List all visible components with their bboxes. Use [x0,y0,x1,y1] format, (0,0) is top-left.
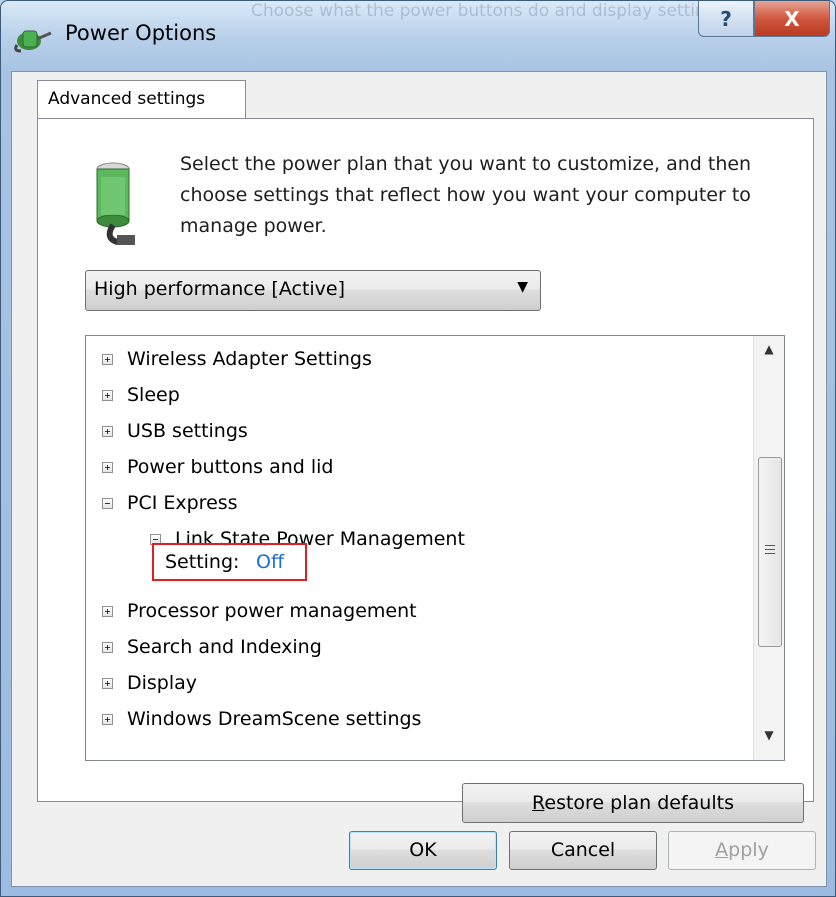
tree-item-dreamscene[interactable]: Windows DreamScene settings [102,708,421,730]
power-plan-icon [14,30,52,53]
tree-item-label: Sleep [127,384,180,406]
expand-icon[interactable] [102,713,113,725]
expand-icon[interactable] [102,389,113,401]
scroll-down-arrow-icon[interactable]: ▼ [754,728,784,756]
highlighted-setting-row: Setting: Off [152,543,307,581]
apply-accelerator: A [715,839,729,861]
intro-description: Select the power plan that you want to c… [180,153,752,237]
tree-item-search-indexing[interactable]: Search and Indexing [102,636,322,658]
background-window-title: Choose what the power buttons do and dis… [251,1,726,21]
power-plan-dropdown[interactable]: High performance [Active] ▼ [85,270,541,311]
tree-item-processor-power[interactable]: Processor power management [102,600,417,622]
expand-icon[interactable] [102,641,113,653]
power-plan-selected: High performance [Active] [94,278,346,300]
cancel-button[interactable]: Cancel [509,831,657,870]
tree-item-label: Processor power management [127,600,417,622]
window-title: Power Options [65,21,217,45]
scroll-up-arrow-icon[interactable]: ▲ [754,342,784,370]
tree-item-label: Windows DreamScene settings [127,708,422,730]
title-bar[interactable]: Power Options Choose what the power butt… [1,1,835,71]
tree-item-label: PCI Express [127,492,238,514]
tree-item-usb-settings[interactable]: USB settings [102,420,248,442]
tree-item-pci-express[interactable]: PCI Express [102,492,238,514]
grip-icon [765,545,775,546]
expand-icon[interactable] [102,677,113,689]
battery-plug-icon [96,162,135,245]
expand-icon[interactable] [102,353,113,365]
power-options-window: Power Options Choose what the power butt… [0,0,836,897]
setting-value-link[interactable]: Off [256,551,284,573]
tree-scrollbar[interactable]: ▲ ▼ [753,336,784,760]
advanced-settings-panel: Select the power plan that you want to c… [37,118,814,823]
apply-button[interactable]: Apply [668,831,816,870]
restore-accelerator: R [532,792,545,814]
collapse-icon[interactable] [102,497,113,509]
close-button[interactable]: X [754,1,830,37]
tree-item-sleep[interactable]: Sleep [102,384,180,406]
setting-label: Setting: [165,551,240,573]
tree-item-power-buttons-lid[interactable]: Power buttons and lid [102,456,334,478]
apply-button-label: pply [728,839,769,861]
dropdown-arrow-icon: ▼ [517,279,528,295]
tree-item-label: USB settings [127,420,248,442]
tree-item-label: Power buttons and lid [127,456,334,478]
expand-icon[interactable] [102,461,113,473]
scrollbar-thumb[interactable] [758,457,782,647]
tree-item-label: Display [127,672,198,694]
help-button[interactable]: ? [698,1,754,37]
tree-item-label: Search and Indexing [127,636,322,658]
expand-icon[interactable] [102,605,113,617]
tree-item-wireless-adapter[interactable]: Wireless Adapter Settings [102,348,372,370]
restore-plan-defaults-button[interactable]: Restore plan defaults [462,783,804,823]
dialog-client-area: Advanced settings Select the power plan … [11,71,827,887]
tab-advanced-settings[interactable]: Advanced settings [37,80,246,119]
tree-item-display[interactable]: Display [102,672,197,694]
tree-item-label: Wireless Adapter Settings [127,348,372,370]
ok-button[interactable]: OK [349,831,497,870]
restore-button-label: estore plan defaults [544,792,734,814]
expand-icon[interactable] [102,425,113,437]
